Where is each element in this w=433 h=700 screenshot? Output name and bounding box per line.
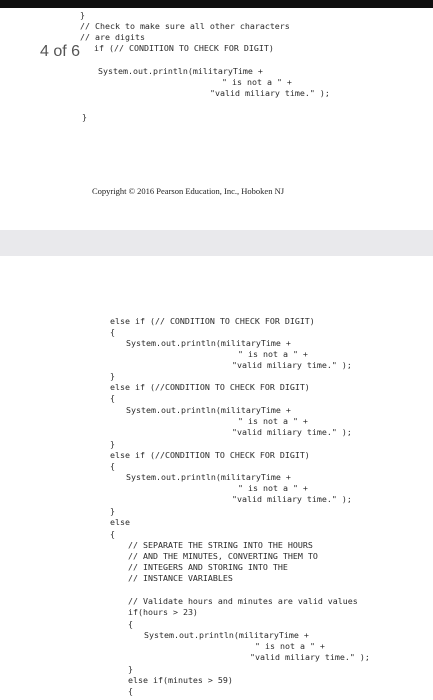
code-line: } (82, 112, 87, 122)
code-line: " is not a " + (238, 483, 308, 493)
code-line: System.out.println(militaryTime + (126, 338, 291, 348)
code-line: "valid miliary time." ); (232, 427, 352, 437)
code-line: } (110, 371, 115, 381)
code-line: // AND THE MINUTES, CONVERTING THEM TO (128, 551, 318, 561)
code-line: else if (//CONDITION TO CHECK FOR DIGIT) (110, 382, 310, 392)
code-line: } (110, 439, 115, 449)
code-line: " is not a " + (222, 77, 292, 87)
top-bar (0, 0, 433, 8)
page-separator (0, 230, 433, 256)
code-line: if (// CONDITION TO CHECK FOR DIGIT) (94, 43, 274, 53)
code-line: } (80, 10, 85, 20)
code-line: " is not a " + (238, 349, 308, 359)
code-line: " is not a " + (255, 641, 325, 651)
code-line: if(hours > 23) (128, 607, 198, 617)
code-line: System.out.println(militaryTime + (126, 405, 291, 415)
code-line: else if (// CONDITION TO CHECK FOR DIGIT… (110, 316, 315, 326)
code-line: // are digits (80, 32, 145, 42)
code-line: { (110, 461, 115, 471)
code-line: else if (//CONDITION TO CHECK FOR DIGIT) (110, 450, 310, 460)
code-line: "valid miliary time." ); (232, 494, 352, 504)
code-line: " is not a " + (238, 416, 308, 426)
page-counter: 4 of 6 (38, 43, 83, 61)
code-line: { (110, 529, 115, 539)
code-line: { (110, 393, 115, 403)
code-line: "valid miliary time." ); (232, 360, 352, 370)
page-4: } // Check to make sure all other charac… (0, 8, 433, 230)
code-line: else if(minutes > 59) (128, 675, 233, 685)
code-line: "valid miliary time." ); (210, 88, 330, 98)
code-line: { (110, 327, 115, 337)
code-line: // INTEGERS AND STORING INTO THE (128, 562, 288, 572)
code-line: System.out.println(militaryTime + (144, 630, 309, 640)
copyright-notice: Copyright © 2016 Pearson Education, Inc.… (92, 186, 285, 196)
code-line: { (128, 686, 133, 696)
code-line: } (128, 664, 133, 674)
code-line: else (110, 517, 130, 527)
code-line: } (110, 506, 115, 516)
code-line: // Check to make sure all other characte… (80, 21, 290, 31)
code-line: // Validate hours and minutes are valid … (128, 596, 358, 606)
code-line: // SEPARATE THE STRING INTO THE HOURS (128, 540, 313, 550)
code-line: "valid miliary time." ); (250, 652, 370, 662)
code-line: // INSTANCE VARIABLES (128, 573, 233, 583)
code-line: System.out.println(militaryTime + (98, 66, 263, 76)
code-line: System.out.println(militaryTime + (126, 472, 291, 482)
code-line: { (128, 619, 133, 629)
page-5: else if (// CONDITION TO CHECK FOR DIGIT… (0, 256, 433, 700)
